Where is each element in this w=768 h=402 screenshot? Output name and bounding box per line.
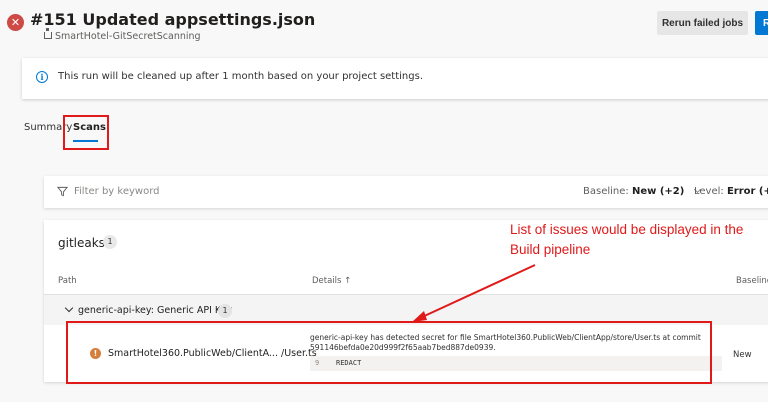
run-new-button[interactable]: R	[755, 11, 768, 35]
repo-name[interactable]: SmartHotel-GitSecretScanning	[44, 28, 201, 42]
run-header: ✕ #151 Updated appsettings.json SmartHot…	[0, 0, 768, 50]
level-filter-value: Error (+1)	[726, 186, 768, 197]
issue-highlight-box	[66, 321, 712, 384]
scans-tab-highlight-box	[63, 115, 109, 150]
filter-keyword-input[interactable]: Filter by keyword	[74, 186, 159, 197]
tool-name: gitleaks	[58, 236, 105, 250]
issue-baseline: New	[733, 350, 752, 360]
page-title: #151 Updated appsettings.json	[30, 10, 316, 29]
baseline-filter-value: New (+2)	[631, 186, 685, 197]
rerun-failed-jobs-button[interactable]: Rerun failed jobs	[657, 11, 748, 35]
banner-text: This run will be cleaned up after 1 mont…	[58, 71, 424, 82]
repo-label: SmartHotel-GitSecretScanning	[55, 31, 201, 42]
info-icon: i	[36, 71, 48, 83]
failed-x-icon: ✕	[7, 14, 24, 31]
rule-group-label: generic-api-key: Generic API Key	[78, 305, 233, 316]
column-header-details[interactable]: Details ↑	[312, 276, 351, 286]
chevron-down-icon[interactable]	[64, 303, 74, 313]
retention-banner: i This run will be cleaned up after 1 mo…	[22, 58, 768, 99]
baseline-filter-dropdown[interactable]: Baseline: New (+2)	[583, 185, 701, 197]
annotation-text: List of issues would be displayed in the…	[510, 220, 760, 260]
rule-group-count-badge: 1	[218, 304, 232, 318]
repo-icon	[44, 28, 52, 39]
annotation-line-1: List of issues would be displayed in the	[510, 222, 744, 237]
annotation-line-2: Build pipeline	[510, 242, 591, 257]
level-filter-label: Level:	[694, 186, 724, 197]
baseline-filter-label: Baseline:	[583, 186, 629, 197]
filter-icon	[57, 186, 68, 197]
column-header-path[interactable]: Path	[58, 276, 77, 286]
column-header-baseline[interactable]: Baseline	[736, 276, 768, 286]
tool-count-badge: 1	[103, 235, 117, 249]
level-filter-dropdown[interactable]: Level: Error (+1)	[694, 186, 768, 197]
filter-bar: Filter by keyword Baseline: New (+2) Lev…	[44, 176, 768, 208]
